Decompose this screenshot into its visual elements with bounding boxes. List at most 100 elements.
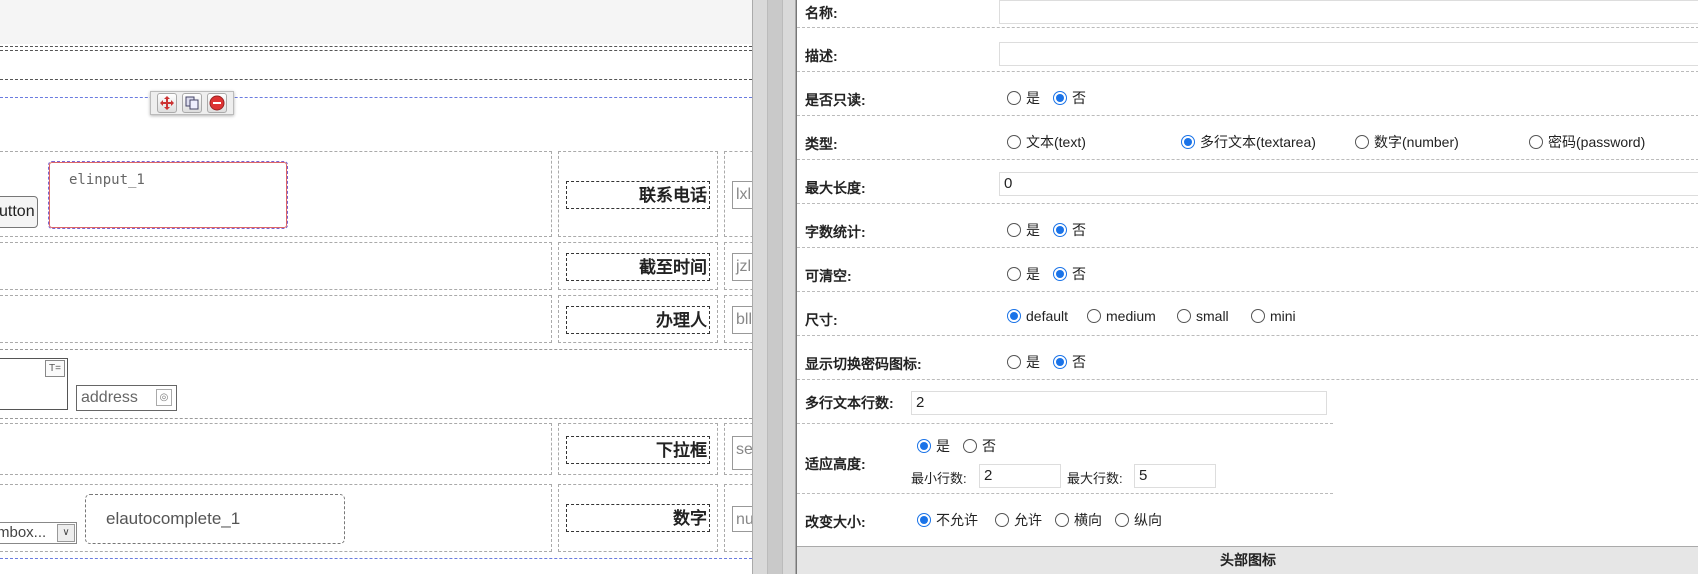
radio-circle <box>1007 91 1021 105</box>
combobox-text: mbox... <box>0 524 47 541</box>
form-cell <box>0 242 552 290</box>
pwdicon-no-radio[interactable]: 否 <box>1053 352 1086 372</box>
radio-label: 横向 <box>1074 512 1102 528</box>
radio-circle <box>1007 223 1021 237</box>
type-password-radio[interactable]: 密码(password) <box>1529 132 1645 152</box>
name-input[interactable] <box>999 0 1698 24</box>
divider <box>0 349 752 350</box>
autosize-yes-radio[interactable]: 是 <box>917 436 950 456</box>
pwdicon-yes-radio[interactable]: 是 <box>1007 352 1040 372</box>
label-select[interactable]: 下拉框 <box>566 436 710 464</box>
label-deadline[interactable]: 截至时间 <box>566 253 710 281</box>
type-number-radio[interactable]: 数字(number) <box>1355 132 1459 152</box>
radio-circle <box>1053 91 1067 105</box>
radio-label: medium <box>1106 308 1156 324</box>
radio-circle <box>963 439 977 453</box>
canvas-header-area <box>0 0 752 44</box>
address-input[interactable]: address ◎ <box>76 385 177 411</box>
clearable-yes-radio[interactable]: 是 <box>1007 264 1040 284</box>
prop-row-password-icon: 显示切换密码图标: 是 否 <box>797 336 1698 380</box>
wordcount-yes-radio[interactable]: 是 <box>1007 220 1040 240</box>
radio-circle <box>1007 267 1021 281</box>
handler-input[interactable]: bll <box>732 306 752 334</box>
splitter-handle[interactable] <box>767 0 783 574</box>
divider <box>0 418 752 419</box>
prop-label: 名称: <box>805 5 838 21</box>
design-canvas: utton elinput_1 联系电话 lxl 截至时间 jzl 办理人 bl… <box>0 0 752 574</box>
radio-circle <box>1053 267 1067 281</box>
radio-label: 文本(text) <box>1026 134 1086 150</box>
radio-circle <box>1007 355 1021 369</box>
label-phone[interactable]: 联系电话 <box>566 181 710 209</box>
type-text-radio[interactable]: 文本(text) <box>1007 132 1086 152</box>
readonly-no-radio[interactable]: 否 <box>1053 88 1086 108</box>
rows-input[interactable]: 2 <box>911 391 1327 415</box>
description-input[interactable] <box>999 42 1698 66</box>
radio-circle <box>917 439 931 453</box>
button-component[interactable]: utton <box>0 196 38 228</box>
prop-label: 是否只读: <box>805 92 866 108</box>
select-input[interactable]: se <box>732 436 752 470</box>
label-handler[interactable]: 办理人 <box>566 306 710 334</box>
radio-label: 密码(password) <box>1548 134 1646 150</box>
copy-icon[interactable] <box>181 93 202 113</box>
size-mini-radio[interactable]: mini <box>1251 308 1296 324</box>
move-icon[interactable] <box>156 93 177 113</box>
prop-label: 显示切换密码图标: <box>805 356 922 372</box>
radio-circle <box>1529 135 1543 149</box>
minrows-input[interactable]: 2 <box>979 464 1061 488</box>
prop-row-type: 类型: 文本(text) 多行文本(textarea) 数字(number) 密… <box>797 116 1698 160</box>
radio-label: 不允许 <box>936 512 978 528</box>
radio-circle <box>1087 309 1101 323</box>
size-medium-radio[interactable]: medium <box>1087 308 1156 324</box>
prop-row-name: 名称: <box>797 0 1698 28</box>
radio-label: 多行文本(textarea) <box>1200 134 1316 150</box>
radio-circle <box>1355 135 1369 149</box>
prop-row-size: 尺寸: default medium small mini <box>797 292 1698 336</box>
divider <box>0 50 752 51</box>
radio-circle <box>1007 309 1021 323</box>
size-default-radio[interactable]: default <box>1007 308 1068 324</box>
number-input[interactable]: nu <box>732 506 752 532</box>
readonly-yes-radio[interactable]: 是 <box>1007 88 1040 108</box>
prop-label: 尺寸: <box>805 312 838 328</box>
radio-circle <box>917 513 931 527</box>
label-number[interactable]: 数字 <box>566 504 710 532</box>
type-textarea-radio[interactable]: 多行文本(textarea) <box>1181 132 1316 152</box>
deadline-input[interactable]: jzl <box>732 253 752 281</box>
prop-label: 多行文本行数: <box>805 395 894 411</box>
radio-circle <box>995 513 1009 527</box>
resize-horizontal-radio[interactable]: 横向 <box>1055 510 1102 530</box>
form-cell <box>0 295 552 343</box>
clearable-no-radio[interactable]: 否 <box>1053 264 1086 284</box>
resize-vertical-radio[interactable]: 纵向 <box>1115 510 1162 530</box>
properties-panel: 名称: 描述: 是否只读: 是 否 类型: 文本(text) 多行文本(text… <box>796 0 1698 574</box>
section-header-icon[interactable]: 头部图标 <box>797 546 1698 574</box>
panel-splitter[interactable] <box>752 0 796 574</box>
radio-label: 否 <box>1072 354 1086 370</box>
radio-circle <box>1251 309 1265 323</box>
chevron-down-icon[interactable]: ∨ <box>57 524 75 542</box>
radio-circle <box>1055 513 1069 527</box>
elinput-component[interactable]: elinput_1 <box>48 161 288 229</box>
resize-none-radio[interactable]: 不允许 <box>917 510 978 530</box>
prop-label: 类型: <box>805 136 838 152</box>
prop-row-clearable: 可清空: 是 否 <box>797 248 1698 292</box>
form-cell <box>0 423 552 475</box>
radio-label: small <box>1196 308 1229 324</box>
phone-input[interactable]: lxl <box>732 181 752 209</box>
combobox-component[interactable]: mbox... ∨ <box>0 522 77 544</box>
maxrows-input[interactable]: 5 <box>1134 464 1216 488</box>
text-format-icon[interactable]: T= <box>45 360 65 377</box>
radio-label: 否 <box>982 438 996 454</box>
wordcount-no-radio[interactable]: 否 <box>1053 220 1086 240</box>
prop-row-autosize: 适应高度: 是 否 最小行数: 2 最大行数: 5 <box>797 424 1333 494</box>
radio-label: 是 <box>1026 266 1040 282</box>
resize-both-radio[interactable]: 允许 <box>995 510 1042 530</box>
prop-label: 最大长度: <box>805 180 866 196</box>
autosize-no-radio[interactable]: 否 <box>963 436 996 456</box>
delete-icon[interactable] <box>207 93 228 113</box>
maxlength-input[interactable]: 0 <box>999 172 1698 196</box>
size-small-radio[interactable]: small <box>1177 308 1229 324</box>
autocomplete-component[interactable]: elautocomplete_1 <box>85 494 345 544</box>
